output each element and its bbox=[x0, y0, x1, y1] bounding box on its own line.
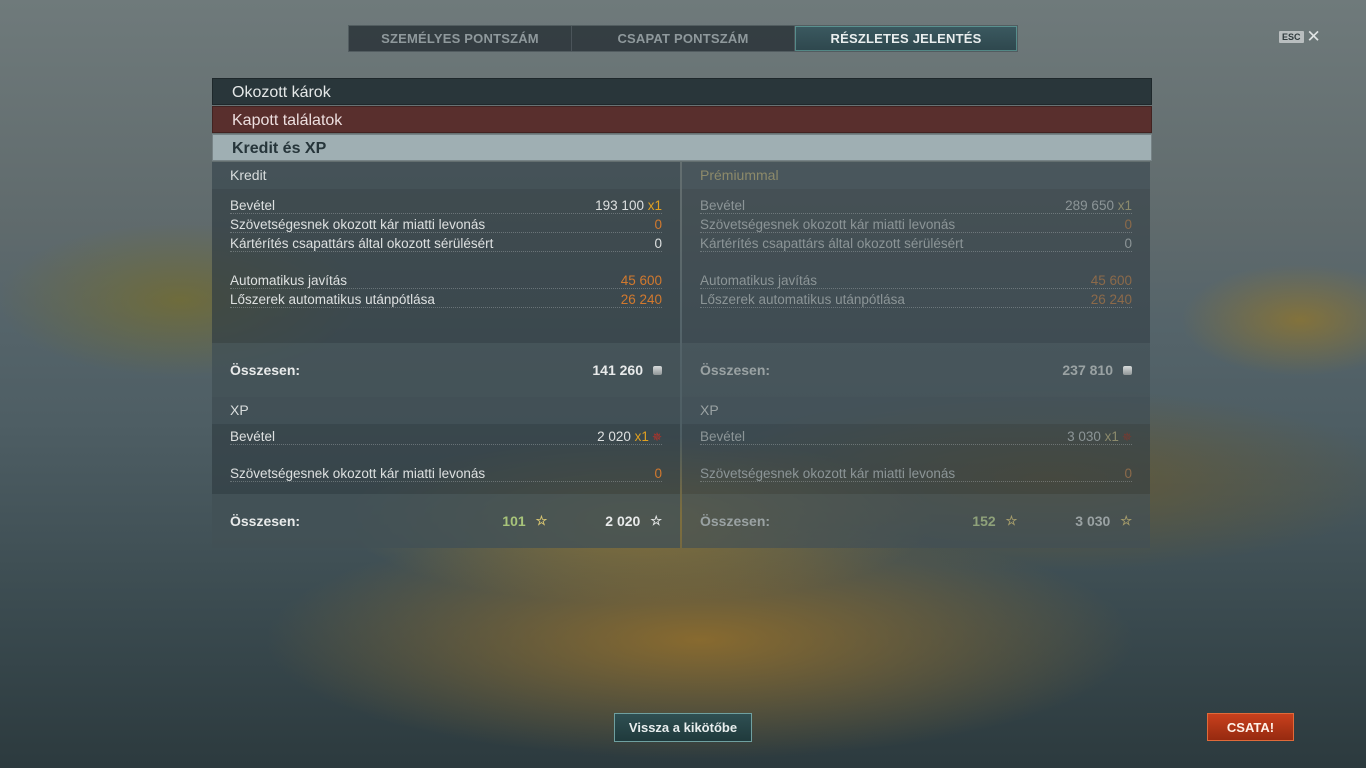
premium-xp-row-income: Bevétel 3 030 x1 ✵ bbox=[700, 424, 1132, 445]
row-label: Bevétel bbox=[230, 429, 276, 444]
credit-rows: Bevétel 193 100 x1 Szövetségesnek okozot… bbox=[212, 189, 680, 343]
row-label: Automatikus javítás bbox=[230, 273, 348, 288]
row-value: 2 020 bbox=[597, 429, 631, 444]
row-label: Szövetségesnek okozott kár miatti levoná… bbox=[230, 466, 486, 481]
row-value: 3 030 bbox=[1067, 429, 1101, 444]
multiplier: x1 bbox=[647, 198, 662, 213]
premium-row-auto-repair: Automatikus javítás 45 600 bbox=[700, 270, 1132, 289]
row-value: 0 bbox=[654, 466, 662, 481]
premium-row-income: Bevétel 289 650 x1 bbox=[700, 195, 1132, 214]
row-label: Szövetségesnek okozott kár miatti levoná… bbox=[230, 217, 486, 232]
credit-row-income: Bevétel 193 100 x1 bbox=[230, 195, 662, 214]
total-value: 141 260 bbox=[592, 362, 643, 378]
xp-table: XP Bevétel 2 020 x1 ✵ Szövetségesnek okoz… bbox=[212, 397, 1150, 548]
total-value: 237 810 bbox=[1062, 362, 1113, 378]
row-label: Lőszerek automatikus utánpótlása bbox=[230, 292, 435, 307]
tab-detailed-report[interactable]: RÉSZLETES JELENTÉS bbox=[795, 26, 1017, 51]
total-value: 2 020 bbox=[605, 513, 641, 529]
star-icon: ☆ bbox=[535, 513, 548, 528]
battle-button[interactable]: CSATA! bbox=[1207, 713, 1294, 741]
premium-credit-total: Összesen: 237 810 bbox=[682, 343, 1150, 397]
credit-total: Összesen: 141 260 bbox=[212, 343, 680, 397]
row-label: Szövetségesnek okozott kár miatti levoná… bbox=[700, 466, 956, 481]
row-value: 0 bbox=[1124, 236, 1132, 251]
credit-column: Kredit Bevétel 193 100 x1 Szövetségesnek… bbox=[212, 162, 680, 397]
total-label: Összesen: bbox=[230, 362, 301, 378]
row-label: Automatikus javítás bbox=[700, 273, 818, 288]
credit-row-auto-ammo: Lőszerek automatikus utánpótlása 26 240 bbox=[230, 289, 662, 308]
row-value: 289 650 bbox=[1065, 198, 1114, 213]
row-value: 0 bbox=[1124, 466, 1132, 481]
free-xp-value: 101 bbox=[502, 513, 526, 529]
credit-coin-icon bbox=[1123, 365, 1132, 375]
premium-row-ally-damage: Szövetségesnek okozott kár miatti levoná… bbox=[700, 214, 1132, 233]
section-hits-received[interactable]: Kapott találatok bbox=[212, 106, 1152, 133]
row-value: 45 600 bbox=[620, 273, 662, 288]
premium-xp-row-ally-damage: Szövetségesnek okozott kár miatti levoná… bbox=[700, 463, 1132, 482]
star-icon: ☆ bbox=[650, 513, 662, 528]
premium-header: Prémiummal bbox=[682, 162, 1150, 189]
xp-row-income: Bevétel 2 020 x1 ✵ bbox=[230, 424, 662, 445]
row-label: Bevétel bbox=[700, 198, 746, 213]
xp-row-ally-damage: Szövetségesnek okozott kár miatti levoná… bbox=[230, 463, 662, 482]
credit-premium-column: Prémiummal Bevétel 289 650 x1 Szövetsége… bbox=[682, 162, 1150, 397]
section-damage-dealt[interactable]: Okozott károk bbox=[212, 78, 1152, 105]
premium-row-compensation: Kártérítés csapattárs által okozott sérü… bbox=[700, 233, 1132, 252]
star-icon: ☆ bbox=[1120, 513, 1132, 528]
xp-column: XP Bevétel 2 020 x1 ✵ Szövetségesnek okoz… bbox=[212, 397, 680, 548]
credit-row-auto-repair: Automatikus javítás 45 600 bbox=[230, 270, 662, 289]
tab-personal-score[interactable]: SZEMÉLYES PONTSZÁM bbox=[349, 26, 572, 51]
star-icon: ☆ bbox=[1005, 513, 1018, 528]
premium-row-auto-ammo: Lőszerek automatikus utánpótlása 26 240 bbox=[700, 289, 1132, 308]
premium-credit-rows: Bevétel 289 650 x1 Szövetségesnek okozot… bbox=[682, 189, 1150, 343]
total-label: Összesen: bbox=[700, 362, 771, 378]
xp-total: Összesen: 101 ☆ 2 020 ☆ bbox=[212, 494, 680, 548]
credit-row-ally-damage: Szövetségesnek okozott kár miatti levoná… bbox=[230, 214, 662, 233]
flag-icon: ✵ bbox=[651, 430, 662, 444]
row-label: Lőszerek automatikus utánpótlása bbox=[700, 292, 905, 307]
premium-xp-rows: Bevétel 3 030 x1 ✵ Szövetségesnek okozott… bbox=[682, 424, 1150, 494]
credit-row-compensation: Kártérítés csapattárs által okozott sérü… bbox=[230, 233, 662, 252]
total-value: 3 030 bbox=[1075, 513, 1111, 529]
row-value: 193 100 bbox=[595, 198, 644, 213]
row-value: 45 600 bbox=[1090, 273, 1132, 288]
credit-table: Kredit Bevétel 193 100 x1 Szövetségesnek… bbox=[212, 162, 1150, 397]
section-credit-xp[interactable]: Kredit és XP bbox=[212, 134, 1152, 161]
credit-header: Kredit bbox=[212, 162, 680, 189]
xp-rows: Bevétel 2 020 x1 ✵ Szövetségesnek okozott… bbox=[212, 424, 680, 494]
row-label: Bevétel bbox=[700, 429, 746, 444]
multiplier: x1 bbox=[1117, 198, 1132, 213]
row-label: Bevétel bbox=[230, 198, 276, 213]
multiplier: x1 bbox=[1104, 429, 1119, 444]
total-label: Összesen: bbox=[230, 513, 301, 529]
row-value: 0 bbox=[654, 217, 662, 232]
back-to-port-button[interactable]: Vissza a kikötőbe bbox=[614, 713, 752, 742]
row-label: Kártérítés csapattárs által okozott sérü… bbox=[700, 236, 964, 251]
row-value: 26 240 bbox=[620, 292, 662, 307]
row-value: 0 bbox=[1124, 217, 1132, 232]
premium-xp-header: XP bbox=[682, 397, 1150, 424]
close-icon[interactable]: ✕ bbox=[1307, 28, 1321, 45]
row-value: 0 bbox=[654, 236, 662, 251]
esc-key-label: ESC bbox=[1279, 31, 1304, 43]
total-label: Összesen: bbox=[700, 513, 771, 529]
row-value: 26 240 bbox=[1090, 292, 1132, 307]
xp-premium-column: XP Bevétel 3 030 x1 ✵ Szövetségesnek okoz… bbox=[682, 397, 1150, 548]
esc-close[interactable]: ESC ✕ bbox=[1279, 28, 1321, 45]
credit-coin-icon bbox=[653, 365, 662, 375]
premium-xp-total: Összesen: 152 ☆ 3 030 ☆ bbox=[682, 494, 1150, 548]
xp-header: XP bbox=[212, 397, 680, 424]
multiplier: x1 bbox=[634, 429, 649, 444]
report-tabs: SZEMÉLYES PONTSZÁM CSAPAT PONTSZÁM RÉSZL… bbox=[348, 25, 1018, 52]
flag-icon: ✵ bbox=[1121, 430, 1132, 444]
report-panel: Okozott károk Kapott találatok Kredit és… bbox=[212, 78, 1152, 162]
tab-team-score[interactable]: CSAPAT PONTSZÁM bbox=[572, 26, 795, 51]
free-xp-value: 152 bbox=[972, 513, 996, 529]
row-label: Kártérítés csapattárs által okozott sérü… bbox=[230, 236, 494, 251]
row-label: Szövetségesnek okozott kár miatti levoná… bbox=[700, 217, 956, 232]
